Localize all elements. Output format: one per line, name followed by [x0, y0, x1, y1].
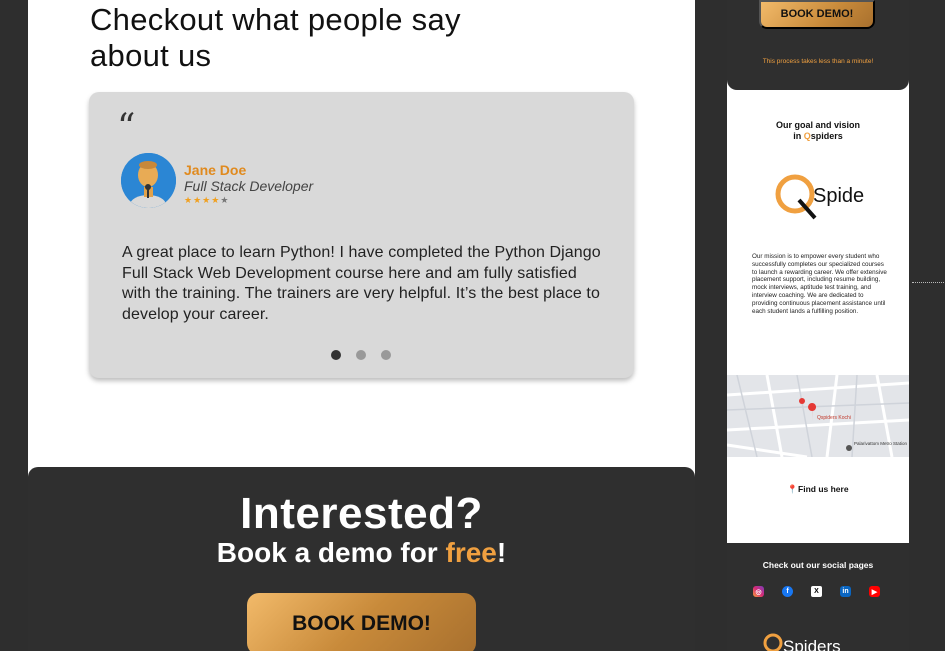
map-place-label: Qspiders Kochi: [817, 415, 851, 421]
footer-logo: Spiders: [763, 628, 853, 651]
star-empty-icon: ★: [220, 195, 230, 205]
carousel-dot-3[interactable]: [381, 350, 391, 360]
location-map[interactable]: Qspiders Kochi Palarivattom Metro Statio…: [727, 375, 909, 457]
vision-title-line1: Our goal and vision: [775, 120, 860, 130]
testimonials-heading: Checkout what people say about us: [90, 2, 461, 73]
carousel-dots: [331, 350, 391, 360]
instagram-icon[interactable]: ◎: [753, 586, 764, 597]
process-note: This process takes less than a minute!: [762, 58, 874, 65]
vision-title: Our goal and vision in Qspiders: [727, 120, 909, 142]
x-icon[interactable]: X: [811, 586, 822, 597]
pin-icon: 📍: [787, 484, 799, 494]
book-demo-button[interactable]: BOOK DEMO!: [247, 593, 476, 651]
linkedin-icon[interactable]: in: [840, 586, 851, 597]
youtube-icon[interactable]: ▶: [869, 586, 880, 597]
cta-subtitle-suffix: !: [496, 537, 507, 568]
star-icon: ★: [193, 195, 203, 205]
facebook-icon[interactable]: f: [782, 586, 793, 597]
social-panel: Check out our social pages ◎ f X in ▶ Sp…: [727, 543, 909, 651]
cta-section: Interested? Book a demo for free! BOOK D…: [28, 467, 695, 651]
footer-logo-text: Spiders: [783, 637, 841, 651]
quote-mark-icon: “: [117, 107, 136, 148]
star-rating: ★★★★★: [184, 195, 229, 206]
qspiders-logo: Spiders: [775, 170, 881, 222]
avatar: [121, 153, 176, 208]
cta-title: Interested?: [240, 489, 483, 538]
testimonial-card: “ Jane Doe Full Stack Developer ★★★★★ A …: [89, 92, 634, 378]
testimonial-text: A great place to learn Python! I have co…: [122, 244, 601, 323]
cta-subtitle-prefix: Book a demo for: [216, 537, 446, 568]
sidebar-book-demo-button[interactable]: BOOK DEMO!: [759, 0, 875, 29]
social-title: Check out our social pages: [762, 560, 874, 570]
person-role: Full Stack Developer: [184, 178, 314, 194]
divider: [912, 282, 944, 283]
star-icon: ★: [184, 195, 194, 205]
vision-title-line2: in Qspiders: [793, 131, 843, 141]
person-name: Jane Doe: [184, 162, 247, 178]
carousel-dot-2[interactable]: [356, 350, 366, 360]
carousel-dot-1[interactable]: [331, 350, 341, 360]
logo-text: Spiders: [813, 185, 865, 207]
sidebar: BOOK DEMO! This process takes less than …: [727, 0, 909, 651]
cta-subtitle: Book a demo for free!: [28, 537, 695, 569]
mission-text: Our mission is to empower every student …: [752, 253, 887, 315]
star-icon: ★: [211, 195, 221, 205]
main-content: Checkout what people say about us “ Jane…: [28, 0, 695, 651]
find-us-link[interactable]: 📍Find us here: [727, 484, 909, 495]
social-icons: ◎ f X in ▶: [753, 586, 880, 597]
map-station-label: Palarivattom Metro Station: [854, 441, 908, 446]
star-icon: ★: [202, 195, 212, 205]
cta-subtitle-accent: free: [445, 537, 497, 568]
sidebar-demo-panel: BOOK DEMO! This process takes less than …: [727, 0, 909, 90]
